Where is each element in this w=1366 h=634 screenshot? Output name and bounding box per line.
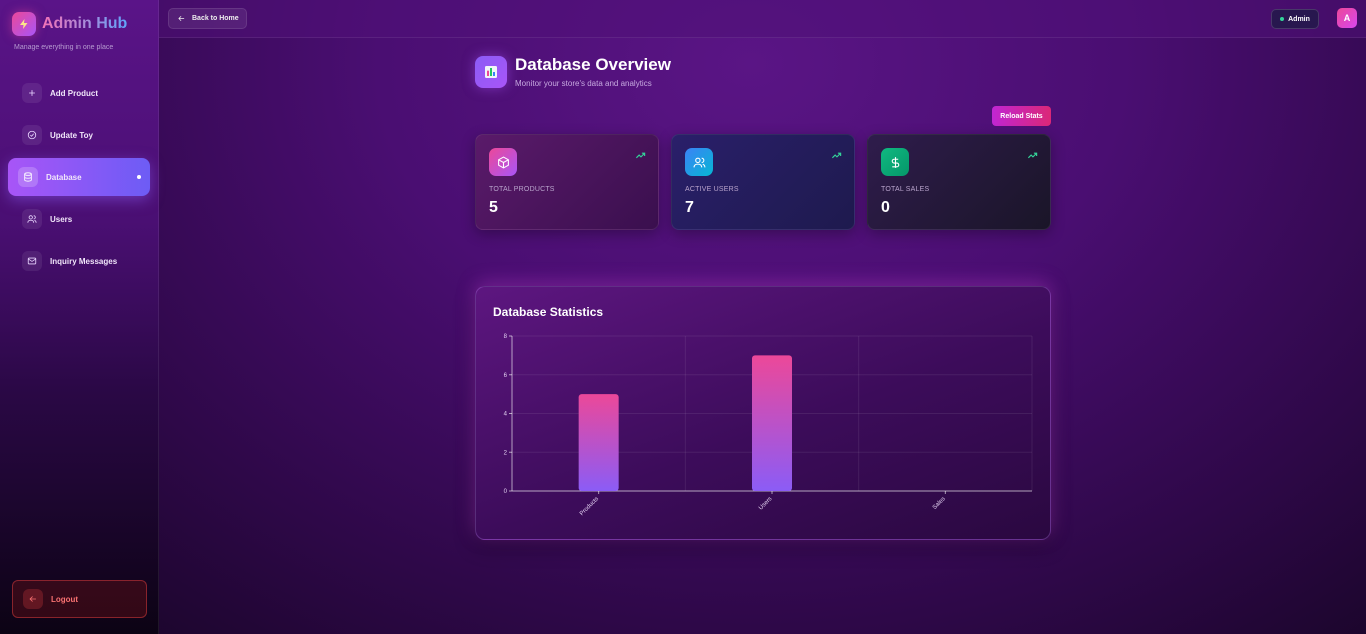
brand-subtitle: Manage everything in one place [14, 44, 114, 51]
arrow-left-icon [178, 15, 185, 22]
users-icon [22, 209, 42, 229]
sidebar-item-add-product[interactable]: Add Product [8, 74, 150, 112]
sidebar-item-label: Database [46, 172, 82, 182]
x-tick-label: Users [758, 496, 773, 511]
stat-label: TOTAL SALES [881, 186, 930, 193]
topbar: Back to Home Admin A [159, 0, 1366, 38]
trending-up-icon [635, 148, 646, 166]
stat-label: ACTIVE USERS [685, 186, 739, 193]
sidebar-nav: Add Product Update Toy Database Users In… [8, 74, 150, 284]
stat-value: 5 [489, 199, 498, 216]
bar-products [578, 394, 619, 491]
sidebar-item-inquiry-messages[interactable]: Inquiry Messages [8, 242, 150, 280]
sidebar-item-update-toy[interactable]: Update Toy [8, 116, 150, 154]
sidebar: Admin Hub Manage everything in one place… [0, 0, 159, 634]
sidebar-item-label: Inquiry Messages [50, 256, 118, 266]
x-tick-label: Products [579, 496, 600, 517]
bar-users [752, 355, 792, 491]
check-circle-icon [22, 125, 42, 145]
y-tick-label: 2 [504, 450, 508, 456]
page-title: Database Overview [515, 55, 671, 74]
logout-label: Logout [51, 594, 79, 604]
stat-value: 0 [881, 199, 890, 216]
admin-label: Admin [1288, 15, 1310, 23]
database-statistics-chart-card: Database Statistics 0 2 4 6 8 Products Users Sa… [475, 286, 1051, 540]
y-tick-label: 8 [504, 334, 508, 340]
stat-card-active-users: ACTIVE USERS 7 [671, 134, 855, 230]
plus-icon [22, 83, 42, 103]
active-indicator [137, 175, 141, 179]
admin-badge[interactable]: Admin [1271, 9, 1319, 29]
avatar[interactable]: A [1337, 8, 1357, 28]
trending-up-icon [831, 148, 842, 166]
sidebar-item-label: Add Product [50, 88, 98, 98]
back-to-home-button[interactable]: Back to Home [168, 8, 247, 29]
brand[interactable]: Admin Hub [12, 12, 127, 36]
sidebar-item-database[interactable]: Database [8, 158, 150, 196]
back-to-home-label: Back to Home [192, 15, 239, 22]
sidebar-item-label: Users [50, 214, 73, 224]
page-subtitle: Monitor your store's data and analytics [515, 79, 652, 88]
y-tick-label: 4 [504, 412, 508, 418]
stat-label: TOTAL PRODUCTS [489, 186, 555, 193]
box-icon [489, 148, 517, 176]
logout-button[interactable]: Logout [12, 580, 147, 618]
x-tick-label: Sales [932, 496, 947, 511]
stat-value: 7 [685, 199, 694, 216]
arrow-left-icon [23, 589, 43, 609]
stat-card-total-products: TOTAL PRODUCTS 5 [475, 134, 659, 230]
stat-card-total-sales: TOTAL SALES 0 [867, 134, 1051, 230]
users-icon [685, 148, 713, 176]
y-tick-label: 6 [504, 373, 508, 379]
bar-chart: 0 2 4 6 8 Products Users Sales [504, 334, 1033, 517]
online-status-dot [1280, 17, 1285, 21]
page-header: Database Overview Monitor your store's d… [475, 55, 671, 88]
reload-stats-button[interactable]: Reload Stats [992, 106, 1051, 126]
mail-icon [22, 251, 42, 271]
database-icon [18, 167, 38, 187]
dollar-icon [881, 148, 909, 176]
lightning-icon [12, 12, 36, 36]
y-tick-label: 0 [504, 489, 508, 495]
trending-up-icon [1027, 148, 1038, 166]
sidebar-item-label: Update Toy [50, 130, 93, 140]
sidebar-item-users[interactable]: Users [8, 200, 150, 238]
brand-title: Admin Hub [42, 15, 128, 32]
bar-chart-icon [475, 56, 507, 88]
